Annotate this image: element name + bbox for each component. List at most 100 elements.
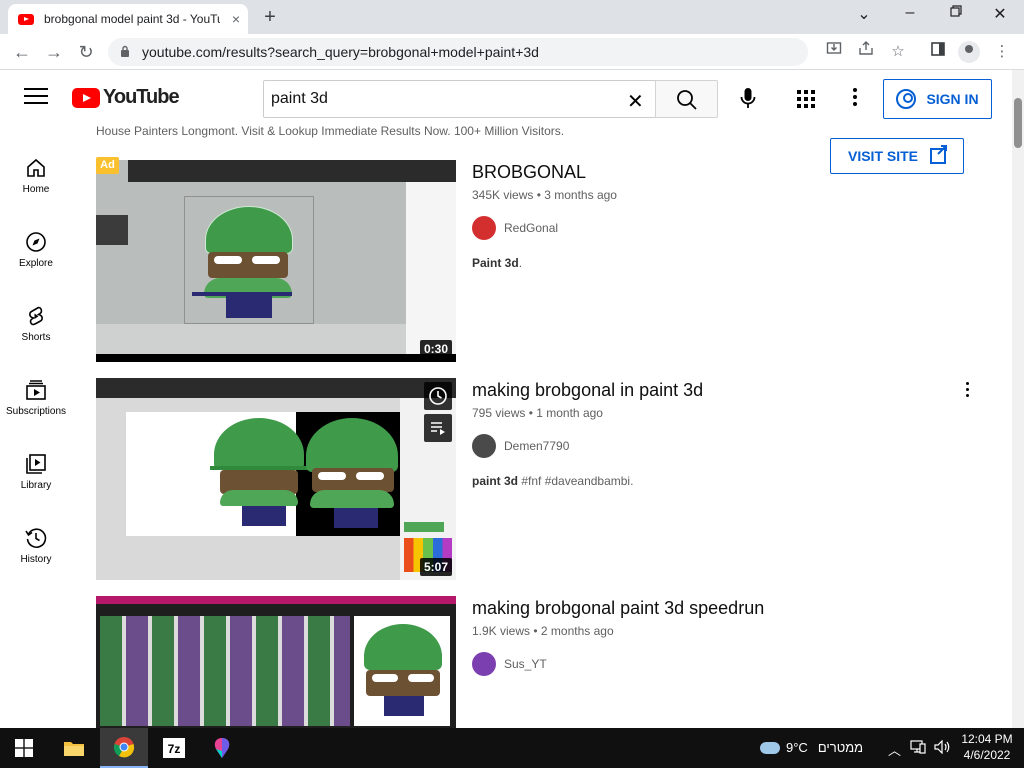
channel-avatar[interactable] [472,216,496,240]
history-icon [24,526,48,550]
system-clock[interactable]: 12:04 PM 4/6/2022 [956,731,1018,763]
profile-avatar-icon[interactable] [958,41,980,63]
ad-description: House Painters Longmont. Visit & Lookup … [96,126,565,138]
chrome-icon[interactable] [100,728,148,768]
windows-start-icon[interactable] [0,728,48,768]
shorts-icon [24,304,48,328]
youtube-play-icon [72,87,100,108]
youtube-apps-icon[interactable] [797,90,815,108]
description-highlight: Paint 3d [472,256,519,270]
view-count: 795 views [472,406,526,420]
minimize-button[interactable]: – [896,4,924,22]
view-count: 345K views [472,188,534,202]
close-window-button[interactable]: ✕ [986,4,1014,24]
chrome-menu-icon[interactable]: ⋮ [990,40,1014,64]
youtube-logo[interactable]: YouTube [72,86,180,109]
add-to-queue-icon[interactable] [424,414,452,442]
youtube-favicon-icon [18,13,34,25]
guide-label-history: History [20,554,52,565]
search-results: House Painters Longmont. Visit & Lookup … [72,126,1012,728]
clock-time: 12:04 PM [961,732,1013,746]
video-action-menu-icon[interactable] [962,382,972,400]
file-explorer-icon[interactable] [50,728,98,768]
tab-search-icon[interactable]: ⌄ [850,4,878,24]
guide-item-library[interactable]: Library [0,432,72,506]
clear-search-icon[interactable]: ✕ [627,89,644,114]
voice-search-button[interactable] [734,84,762,112]
guide-item-subscriptions[interactable]: Subscriptions [0,358,72,432]
temperature: 9°C [786,740,808,755]
video-thumbnail[interactable]: 0:30 [96,160,456,362]
search-icon [677,90,697,110]
video-title[interactable]: making brobgonal in paint 3d [472,380,703,401]
upload-age: 2 months ago [540,624,614,638]
install-app-icon[interactable] [822,40,846,64]
upload-age: 3 months ago [544,188,617,202]
network-icon[interactable] [910,740,926,757]
browser-tab[interactable]: brobgonal model paint 3d - YouTube × [8,4,248,34]
paint3d-icon[interactable] [198,728,246,768]
guide-label-explore: Explore [19,258,53,269]
browser-toolbar: ← → ↻ youtube.com/results?search_query=b… [0,34,1024,70]
video-thumbnail[interactable]: 5:07 [96,378,456,580]
guide-label-library: Library [20,480,52,491]
sign-in-button[interactable]: SIGN IN [883,79,992,119]
bookmark-star-icon[interactable]: ☆ [886,40,910,64]
subscriptions-icon [24,378,48,402]
page-scrollbar[interactable] [1012,70,1024,728]
watch-later-icon[interactable] [424,382,452,410]
browser-tab-strip: brobgonal model paint 3d - YouTube × + ⌄… [0,0,1024,34]
channel-avatar[interactable] [472,652,496,676]
view-count: 1.9K views [472,624,531,638]
guide-item-history[interactable]: History [0,506,72,580]
channel-name[interactable]: RedGonal [504,221,558,235]
video-result[interactable]: making brobgonal paint 3d speedrun 1.9K … [96,596,956,728]
settings-more-icon[interactable] [846,88,864,110]
address-bar[interactable]: youtube.com/results?search_query=brobgon… [108,38,808,66]
search-input[interactable] [271,90,611,108]
windows-taskbar: 7z 9°C ממטרים ︿ 12:04 PM 4/6/2022 [0,728,1024,768]
lock-icon [120,45,130,60]
microphone-icon [740,88,756,108]
show-hidden-icons-chevron-icon[interactable]: ︿ [888,740,901,759]
7zip-icon[interactable]: 7z [150,728,198,768]
reload-icon[interactable]: ↻ [74,40,98,64]
channel-name[interactable]: Demen7790 [504,439,569,453]
video-description: paint 3d #fnf #daveandbambi. [472,474,633,488]
guide-menu-icon[interactable] [24,88,48,108]
volume-icon[interactable] [934,739,952,757]
channel-link[interactable]: RedGonal [472,216,558,240]
home-icon [24,156,48,180]
video-title[interactable]: making brobgonal paint 3d speedrun [472,598,764,619]
video-thumbnail[interactable] [96,596,456,728]
guide-item-shorts[interactable]: Shorts [0,284,72,358]
back-arrow-icon[interactable]: ← [10,40,34,64]
video-metadata: 795 views • 1 month ago [472,406,603,420]
channel-link[interactable]: Sus_YT [472,652,547,676]
tab-close-icon[interactable]: × [232,11,240,27]
channel-name[interactable]: Sus_YT [504,657,547,671]
video-title[interactable]: BROBGONAL [472,162,586,183]
guide-item-explore[interactable]: Explore [0,210,72,284]
new-tab-button[interactable]: + [258,6,282,29]
guide-item-home[interactable]: Home [0,136,72,210]
side-panel-icon[interactable] [926,40,950,64]
channel-avatar[interactable] [472,434,496,458]
weather-widget[interactable]: 9°C ממטרים [760,736,863,755]
restore-button[interactable] [942,4,970,22]
description-highlight: paint 3d [472,474,519,488]
video-metadata: 1.9K views • 2 months ago [472,624,614,638]
ad-badge: Ad [96,157,119,174]
search-button[interactable] [655,80,718,118]
share-icon[interactable] [854,40,878,64]
video-metadata: 345K views • 3 months ago [472,188,617,202]
video-result[interactable]: 0:30 Ad BROBGONAL 345K views • 3 months … [96,157,956,362]
video-description: Paint 3d. [472,256,522,270]
guide-label-subscriptions: Subscriptions [5,406,67,417]
scrollbar-thumb[interactable] [1014,98,1022,148]
video-result[interactable]: 5:07 making brobgonal in paint 3d 795 vi… [96,378,969,580]
forward-arrow-icon[interactable]: → [42,40,66,64]
channel-link[interactable]: Demen7790 [472,434,569,458]
search-box[interactable] [263,80,656,118]
youtube-logo-text: YouTube [103,86,180,108]
